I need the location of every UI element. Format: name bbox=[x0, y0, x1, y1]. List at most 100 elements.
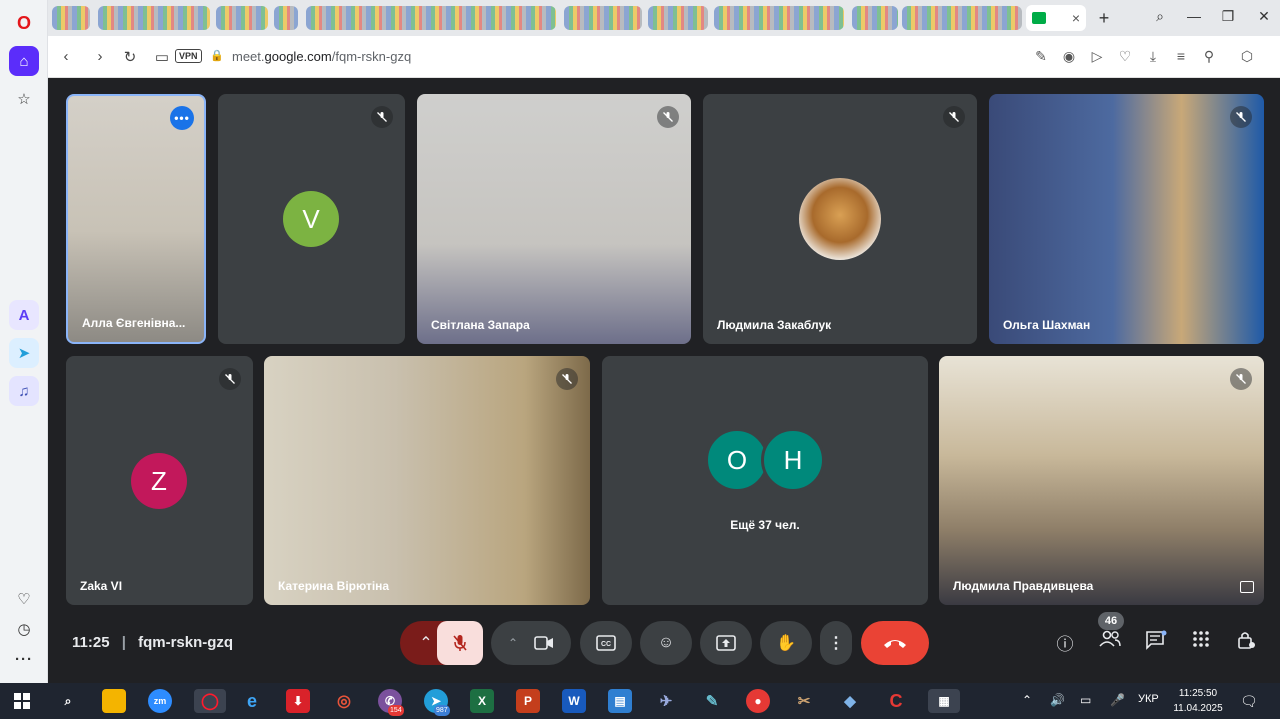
present-button[interactable] bbox=[700, 621, 752, 665]
meet-taskbar-icon[interactable]: ▦ bbox=[928, 689, 960, 713]
tab[interactable] bbox=[714, 6, 844, 30]
participant-tile[interactable]: Людмила Закаблук bbox=[703, 94, 977, 344]
music-icon[interactable]: ♫ bbox=[9, 376, 39, 406]
back-button[interactable]: ‹ bbox=[56, 48, 76, 65]
tab[interactable] bbox=[902, 6, 1022, 30]
edit-icon[interactable]: ✎ bbox=[1032, 48, 1050, 65]
aria-icon[interactable]: A bbox=[9, 300, 39, 330]
captions-button[interactable]: CC bbox=[580, 621, 632, 665]
more-options-icon[interactable]: ••• bbox=[170, 106, 194, 130]
tab[interactable] bbox=[852, 6, 898, 30]
app-icon[interactable]: C bbox=[884, 689, 908, 713]
extensions-icon[interactable]: ⬡ bbox=[1238, 48, 1256, 65]
participant-tile[interactable]: Катерина Вірютіна bbox=[264, 356, 590, 605]
microphone-tray-icon[interactable]: 🎤 bbox=[1110, 693, 1125, 707]
home-icon[interactable]: ⌂ bbox=[9, 46, 39, 76]
app-icon[interactable]: ◆ bbox=[838, 689, 862, 713]
browser-sidebar: O ⌂ ☆ A ➤ ♫ ♡ ◷ ··· bbox=[0, 0, 48, 683]
more-participants-tile[interactable]: O H Ещё 37 чел. bbox=[602, 356, 928, 605]
windows-start-icon[interactable] bbox=[10, 689, 34, 713]
tab[interactable] bbox=[564, 6, 642, 30]
vpn-badge[interactable]: VPN bbox=[175, 49, 202, 63]
participant-tile[interactable]: V bbox=[218, 94, 405, 344]
reload-button[interactable]: ↻ bbox=[120, 48, 140, 66]
participant-tile[interactable]: Світлана Запара bbox=[417, 94, 691, 344]
tab[interactable] bbox=[306, 6, 556, 30]
url-field[interactable]: meet.google.com/fqm-rskn-gzq bbox=[232, 49, 411, 64]
volume-icon[interactable]: 🔊 bbox=[1050, 693, 1065, 707]
forward-button[interactable]: › bbox=[90, 48, 110, 65]
new-tab-button[interactable]: + bbox=[1094, 8, 1114, 28]
profile-icon[interactable]: ⚲ bbox=[1200, 48, 1218, 65]
raise-hand-button[interactable]: ✋ bbox=[760, 621, 812, 665]
address-bar: ‹ › ↻ ▭ VPN 🔒 meet.google.com/fqm-rskn-g… bbox=[48, 36, 1280, 78]
more-icon[interactable]: ··· bbox=[9, 644, 39, 674]
screen: O ⌂ ☆ A ➤ ♫ ♡ ◷ ··· × + ⌕ — ❐ ✕ ‹ › ↻ ▭ bbox=[0, 0, 1280, 719]
camera-button[interactable]: ⌃ bbox=[491, 621, 571, 665]
more-options-button[interactable]: ⋮ bbox=[820, 621, 852, 665]
participant-tile[interactable]: Z Zaka VI bbox=[66, 356, 253, 605]
excel-icon[interactable]: X bbox=[470, 689, 494, 713]
chat-icon[interactable] bbox=[1143, 630, 1169, 656]
tab[interactable] bbox=[648, 6, 708, 30]
close-icon[interactable]: × bbox=[1072, 10, 1080, 26]
tab-google-meet[interactable]: × bbox=[1026, 5, 1086, 31]
send-icon[interactable]: ▷ bbox=[1088, 48, 1106, 65]
app-icon[interactable]: ◎ bbox=[332, 689, 356, 713]
minimize-button[interactable]: — bbox=[1184, 8, 1204, 24]
opera-logo-icon[interactable]: O bbox=[9, 8, 39, 38]
paint-icon[interactable]: ✎ bbox=[700, 689, 724, 713]
tab[interactable] bbox=[216, 6, 268, 30]
language-indicator[interactable]: УКР bbox=[1138, 693, 1159, 705]
favorite-icon[interactable]: ♡ bbox=[1116, 48, 1134, 65]
notifications-icon[interactable]: 🗨 bbox=[1240, 693, 1258, 710]
show-hidden-icons[interactable]: ⌃ bbox=[1022, 693, 1032, 707]
leave-call-button[interactable] bbox=[861, 621, 929, 665]
microphone-button[interactable] bbox=[437, 621, 483, 665]
menu-icon[interactable]: ≡ bbox=[1172, 48, 1190, 64]
zoom-icon[interactable]: zm bbox=[148, 689, 172, 713]
reactions-button[interactable]: ☺ bbox=[640, 621, 692, 665]
tab[interactable] bbox=[274, 6, 298, 30]
host-controls-icon[interactable] bbox=[1233, 630, 1259, 656]
camera-icon[interactable]: ◉ bbox=[1060, 48, 1078, 65]
download-manager-icon[interactable]: ⬇ bbox=[286, 689, 310, 713]
powerpoint-icon[interactable]: P bbox=[516, 689, 540, 713]
recorder-icon[interactable]: ● bbox=[746, 689, 770, 713]
mic-off-icon bbox=[556, 368, 578, 390]
battery-icon[interactable]: ▭ bbox=[1080, 693, 1091, 707]
tab[interactable] bbox=[98, 6, 210, 30]
restore-button[interactable]: ❐ bbox=[1218, 8, 1238, 25]
app-icon[interactable]: ✂ bbox=[792, 689, 816, 713]
heart-icon[interactable]: ♡ bbox=[9, 584, 39, 614]
word-icon[interactable]: W bbox=[562, 689, 586, 713]
document-icon[interactable]: ▤ bbox=[608, 689, 632, 713]
tab-bar: × + ⌕ — ❐ ✕ bbox=[48, 0, 1280, 36]
participant-tile[interactable]: Ольга Шахман bbox=[989, 94, 1264, 344]
lock-icon[interactable]: 🔒 bbox=[210, 49, 224, 62]
tab[interactable] bbox=[52, 6, 90, 30]
participant-tile[interactable]: ••• Алла Євгенівна... bbox=[66, 94, 206, 344]
camera-permission-icon[interactable]: ▭ bbox=[152, 48, 172, 66]
close-window-button[interactable]: ✕ bbox=[1254, 8, 1274, 25]
star-icon[interactable]: ☆ bbox=[9, 84, 39, 114]
url-domain: google.com bbox=[264, 49, 332, 64]
search-tabs-icon[interactable]: ⌕ bbox=[1150, 8, 1170, 25]
clock[interactable]: 11:25:50 11.04.2025 bbox=[1170, 686, 1226, 716]
activities-icon[interactable] bbox=[1188, 630, 1214, 656]
participant-name: Катерина Вірютіна bbox=[278, 579, 390, 593]
edge-icon[interactable]: e bbox=[240, 689, 264, 713]
meeting-details-icon[interactable]: ⓘ bbox=[1052, 630, 1078, 656]
telegram-icon[interactable]: ➤ bbox=[9, 338, 39, 368]
pip-icon[interactable] bbox=[1240, 581, 1254, 593]
opera-taskbar-icon[interactable]: ◯ bbox=[194, 689, 226, 713]
avatar: Z bbox=[131, 453, 187, 509]
search-icon[interactable]: ⌕ bbox=[56, 689, 80, 713]
download-icon[interactable]: ⤓ bbox=[1144, 48, 1162, 65]
app-icon[interactable]: ✈ bbox=[654, 689, 678, 713]
people-icon[interactable] bbox=[1097, 630, 1123, 656]
file-explorer-icon[interactable] bbox=[102, 689, 126, 713]
history-icon[interactable]: ◷ bbox=[9, 614, 39, 644]
participant-tile[interactable]: Людмила Правдивцева bbox=[939, 356, 1264, 605]
mic-off-icon bbox=[1230, 368, 1252, 390]
